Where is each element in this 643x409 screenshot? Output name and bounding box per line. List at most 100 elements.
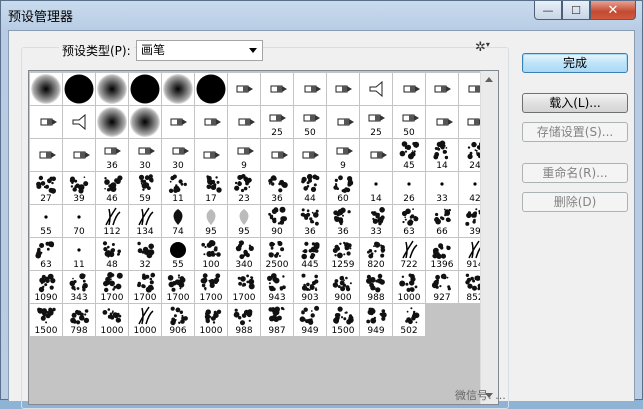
- brush-preset-grass[interactable]: 1000: [129, 304, 161, 336]
- brush-preset-tool[interactable]: [228, 73, 260, 105]
- brush-preset-splat[interactable]: 2500: [261, 238, 293, 270]
- brush-preset-splat[interactable]: 1700: [195, 271, 227, 303]
- brush-preset-splat[interactable]: 45: [393, 139, 425, 171]
- brush-preset-splat[interactable]: 63: [393, 205, 425, 237]
- brush-preset-splat[interactable]: 1000: [96, 304, 128, 336]
- brush-preset-splat[interactable]: 44: [294, 172, 326, 204]
- scroll-up-icon[interactable]: [485, 77, 493, 82]
- brush-preset-tool[interactable]: 30: [162, 139, 194, 171]
- brush-preset-grass[interactable]: 722: [393, 238, 425, 270]
- brush-preset-splat[interactable]: 17: [195, 172, 227, 204]
- brush-preset-splat[interactable]: 36: [294, 205, 326, 237]
- brush-preset-tool[interactable]: [426, 73, 458, 105]
- brush-preset-splat[interactable]: 32: [129, 238, 161, 270]
- brush-preset-soft[interactable]: [162, 73, 194, 105]
- brush-preset-splat[interactable]: 59: [129, 172, 161, 204]
- brush-preset-tool[interactable]: [195, 106, 227, 138]
- brush-preset-splat[interactable]: 90: [261, 205, 293, 237]
- brush-preset-splat[interactable]: 14: [426, 139, 458, 171]
- done-button[interactable]: 完成: [522, 53, 628, 73]
- brush-preset-splat[interactable]: 1700: [162, 271, 194, 303]
- brush-preset-splat[interactable]: 46: [96, 172, 128, 204]
- brush-preset-tool[interactable]: [228, 106, 260, 138]
- brush-preset-splat[interactable]: 39: [63, 172, 95, 204]
- brush-preset-splat[interactable]: 927: [426, 271, 458, 303]
- brush-preset-dot[interactable]: 55: [30, 205, 62, 237]
- brush-preset-splat[interactable]: 445: [294, 238, 326, 270]
- brush-preset-grass[interactable]: 134: [129, 205, 161, 237]
- brush-preset-splat[interactable]: 949: [360, 304, 392, 336]
- brush-preset-tool[interactable]: [294, 139, 326, 171]
- brush-preset-tool[interactable]: [30, 139, 62, 171]
- preset-type-select[interactable]: 画笔: [136, 40, 263, 61]
- brush-preset-tool[interactable]: 9: [327, 139, 359, 171]
- brush-preset-hard[interactable]: [129, 73, 161, 105]
- brush-preset-tool[interactable]: [30, 106, 62, 138]
- brush-preset-dot[interactable]: 14: [360, 172, 392, 204]
- brush-preset-tool[interactable]: [294, 73, 326, 105]
- brush-preset-splat[interactable]: 988: [228, 304, 260, 336]
- brush-preset-splat[interactable]: 11: [162, 172, 194, 204]
- brush-preset-tool[interactable]: [261, 73, 293, 105]
- brush-preset-soft[interactable]: [96, 106, 128, 138]
- brush-preset-splat[interactable]: 1700: [96, 271, 128, 303]
- brush-preset-splat[interactable]: 1396: [426, 238, 458, 270]
- brush-preset-list[interactable]: 25 50 25 50 36 30 30 9 9 45 14 24 27 39 46 59 11 17 23 36 44…: [28, 70, 499, 405]
- brush-preset-fan[interactable]: [63, 106, 95, 138]
- brush-preset-tool[interactable]: 25: [360, 106, 392, 138]
- brush-preset-splat[interactable]: 906: [162, 304, 194, 336]
- brush-preset-tool[interactable]: [261, 139, 293, 171]
- brush-preset-splat[interactable]: 1500: [327, 304, 359, 336]
- brush-preset-splat[interactable]: 27: [30, 172, 62, 204]
- brush-preset-dot[interactable]: 11: [63, 238, 95, 270]
- brush-preset-leaf[interactable]: 95: [195, 205, 227, 237]
- brush-preset-splat[interactable]: 36: [327, 205, 359, 237]
- brush-preset-dot[interactable]: 33: [426, 172, 458, 204]
- brush-preset-tool[interactable]: 50: [294, 106, 326, 138]
- title-bar[interactable]: 预设管理器 — ☐ ✕: [1, 1, 642, 29]
- rename-button[interactable]: 重命名(R)...: [522, 163, 628, 183]
- brush-preset-splat[interactable]: 1700: [228, 271, 260, 303]
- brush-preset-splat[interactable]: 60: [327, 172, 359, 204]
- load-button[interactable]: 载入(L)...: [522, 93, 628, 113]
- brush-preset-soft[interactable]: [129, 106, 161, 138]
- brush-preset-splat[interactable]: 987: [261, 304, 293, 336]
- vertical-scrollbar[interactable]: [480, 71, 498, 404]
- brush-preset-hard[interactable]: [63, 73, 95, 105]
- brush-preset-splat[interactable]: 988: [360, 271, 392, 303]
- brush-preset-tool[interactable]: [195, 139, 227, 171]
- brush-preset-splat[interactable]: 23: [228, 172, 260, 204]
- brush-preset-splat[interactable]: 943: [261, 271, 293, 303]
- brush-preset-splat[interactable]: 502: [393, 304, 425, 336]
- brush-preset-hard[interactable]: 55: [162, 238, 194, 270]
- brush-preset-splat[interactable]: 63: [30, 238, 62, 270]
- close-button[interactable]: ✕: [590, 1, 636, 20]
- brush-preset-tool[interactable]: [162, 106, 194, 138]
- brush-preset-hard[interactable]: [195, 73, 227, 105]
- brush-preset-splat[interactable]: 66: [426, 205, 458, 237]
- save-set-button[interactable]: 存储设置(S)...: [522, 122, 628, 142]
- brush-preset-dot[interactable]: 26: [393, 172, 425, 204]
- delete-button[interactable]: 删除(D): [522, 192, 628, 212]
- brush-preset-grass[interactable]: 112: [96, 205, 128, 237]
- gear-menu-button[interactable]: ✲▾: [475, 40, 490, 55]
- brush-preset-tool[interactable]: [327, 106, 359, 138]
- brush-preset-tool[interactable]: 25: [261, 106, 293, 138]
- brush-preset-tool[interactable]: [360, 139, 392, 171]
- brush-preset-splat[interactable]: 1259: [327, 238, 359, 270]
- brush-preset-fan[interactable]: [360, 73, 392, 105]
- brush-preset-splat[interactable]: 33: [360, 205, 392, 237]
- brush-preset-splat[interactable]: 820: [360, 238, 392, 270]
- brush-preset-leaf[interactable]: 95: [228, 205, 260, 237]
- brush-preset-tool[interactable]: 50: [393, 106, 425, 138]
- brush-preset-splat[interactable]: 36: [261, 172, 293, 204]
- brush-preset-tool[interactable]: [426, 106, 458, 138]
- brush-preset-splat[interactable]: 949: [294, 304, 326, 336]
- brush-preset-splat[interactable]: 100: [195, 238, 227, 270]
- brush-preset-tool[interactable]: 9: [228, 139, 260, 171]
- brush-preset-splat[interactable]: 903: [294, 271, 326, 303]
- brush-preset-splat[interactable]: 1090: [30, 271, 62, 303]
- brush-preset-splat[interactable]: 340: [228, 238, 260, 270]
- maximize-button[interactable]: ☐: [562, 1, 590, 20]
- brush-preset-splat[interactable]: 900: [327, 271, 359, 303]
